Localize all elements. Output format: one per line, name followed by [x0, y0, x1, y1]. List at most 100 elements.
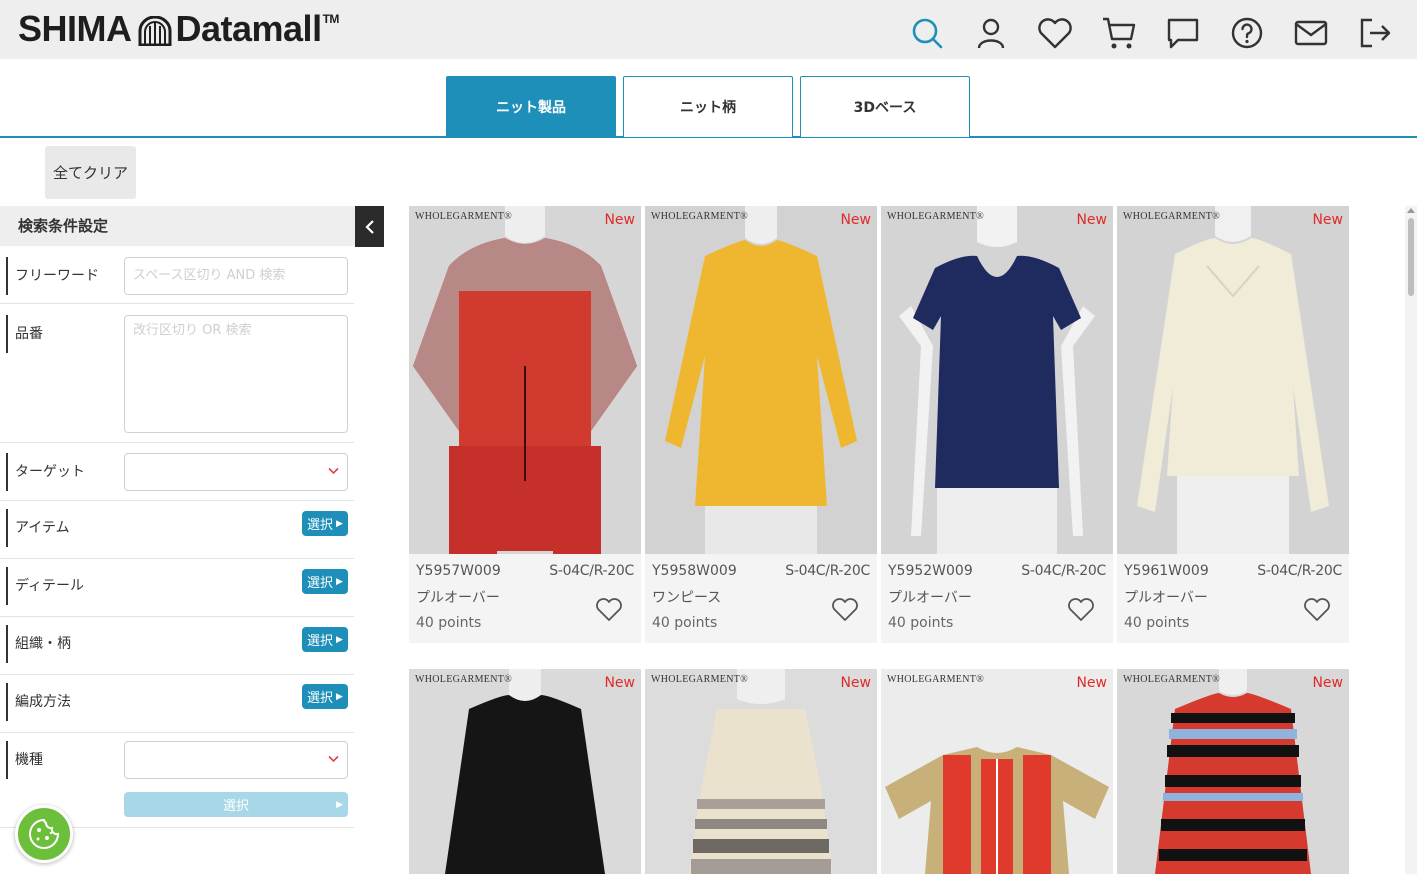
wholegarment-logo: WHOLEGARMENT®	[651, 674, 749, 685]
product-image[interactable]: WHOLEGARMENT® New	[645, 669, 877, 874]
heart-icon[interactable]	[595, 598, 623, 626]
product-spec: S-04C/R-20C	[1021, 563, 1106, 579]
heart-icon[interactable]	[1067, 598, 1095, 626]
structure-row: 組織・柄 選択 ▶	[0, 617, 354, 675]
logo-text-datamall: Datamall	[175, 8, 323, 49]
structure-select-button[interactable]: 選択 ▶	[302, 627, 348, 652]
structure-select-label: 選択	[307, 634, 334, 649]
knit-method-row: 編成方法 選択 ▶	[0, 675, 354, 733]
product-spec: S-04C/R-20C	[549, 563, 634, 579]
item-select-label: 選択	[307, 518, 334, 533]
product-image[interactable]: WHOLEGARMENT® New	[409, 206, 641, 554]
product-points: 40 points	[652, 615, 718, 631]
item-number-label: 品番	[6, 315, 43, 353]
chat-icon[interactable]	[1164, 14, 1202, 52]
new-badge: New	[1076, 212, 1107, 228]
product-points: 40 points	[1124, 615, 1190, 631]
machine-select-label: 選択	[222, 799, 249, 814]
product-code: Y5957W009	[416, 563, 501, 579]
new-badge: New	[604, 212, 635, 228]
heart-icon[interactable]	[831, 598, 859, 626]
help-icon[interactable]	[1228, 14, 1266, 52]
cookie-icon	[29, 818, 60, 849]
app-header: SHIMA Datamall TM	[0, 0, 1417, 59]
product-image[interactable]: WHOLEGARMENT® New	[881, 669, 1113, 874]
product-card[interactable]: WHOLEGARMENT® New Y5961W009 S-04C/R-20C …	[1117, 206, 1349, 643]
detail-select-button[interactable]: 選択 ▶	[302, 569, 348, 594]
freeword-input[interactable]: スペース区切り AND 検索	[124, 257, 348, 295]
wholegarment-logo: WHOLEGARMENT®	[1123, 211, 1221, 222]
new-badge: New	[1312, 212, 1343, 228]
product-image[interactable]: WHOLEGARMENT® New	[1117, 669, 1349, 874]
product-type: プルオーバー	[416, 590, 500, 606]
logout-icon[interactable]	[1356, 14, 1394, 52]
search-sidebar: 検索条件設定 フリーワード スペース区切り AND 検索 品番 改行区切り OR…	[0, 206, 384, 874]
item-number-row: 品番 改行区切り OR 検索	[0, 304, 354, 443]
product-type: プルオーバー	[888, 590, 972, 606]
knit-method-select-label: 選択	[307, 691, 334, 706]
product-card[interactable]: WHOLEGARMENT® New	[881, 669, 1113, 874]
search-icon[interactable]	[908, 14, 946, 52]
target-select[interactable]	[124, 453, 348, 491]
clear-all-button[interactable]: 全てクリア	[45, 146, 136, 199]
product-code: Y5952W009	[888, 563, 973, 579]
wholegarment-logo: WHOLEGARMENT®	[415, 211, 513, 222]
cart-icon[interactable]	[1100, 14, 1138, 52]
detail-select-label: 選択	[307, 576, 334, 591]
product-spec: S-04C/R-20C	[1257, 563, 1342, 579]
tab-knit-products[interactable]: ニット製品	[446, 76, 616, 137]
product-image[interactable]: WHOLEGARMENT® New	[645, 206, 877, 554]
product-card[interactable]: WHOLEGARMENT® New	[409, 669, 641, 874]
logo-arch-icon	[138, 13, 172, 55]
user-icon[interactable]	[972, 14, 1010, 52]
product-card[interactable]: WHOLEGARMENT® New Y5952W009 S-04C/R-20C …	[881, 206, 1113, 643]
wholegarment-logo: WHOLEGARMENT®	[887, 674, 985, 685]
item-select-button[interactable]: 選択 ▶	[302, 511, 348, 536]
product-card[interactable]: WHOLEGARMENT® New Y5957W009 S-04C/R-20C …	[409, 206, 641, 643]
knit-method-select-button[interactable]: 選択 ▶	[302, 684, 348, 709]
product-code: Y5958W009	[652, 563, 737, 579]
heart-icon[interactable]	[1036, 14, 1074, 52]
chevron-left-icon	[364, 219, 374, 234]
new-badge: New	[1312, 675, 1343, 691]
scrollbar-thumb[interactable]	[1408, 218, 1414, 296]
product-spec: S-04C/R-20C	[785, 563, 870, 579]
machine-select[interactable]	[124, 741, 348, 779]
cookie-settings-button[interactable]	[15, 805, 73, 863]
wholegarment-logo: WHOLEGARMENT®	[1123, 674, 1221, 685]
product-card[interactable]: WHOLEGARMENT® New Y5958W009 S-04C/R-20C …	[645, 206, 877, 643]
heart-icon[interactable]	[1303, 598, 1331, 626]
product-points: 40 points	[416, 615, 482, 631]
item-number-textarea[interactable]: 改行区切り OR 検索	[124, 315, 348, 433]
machine-select-button[interactable]: 選択 ▶	[124, 792, 348, 817]
product-card[interactable]: WHOLEGARMENT® New	[645, 669, 877, 874]
product-type: プルオーバー	[1124, 590, 1208, 606]
new-badge: New	[840, 212, 871, 228]
tab-knit-patterns[interactable]: ニット柄	[623, 76, 793, 137]
freeword-row: フリーワード スペース区切り AND 検索	[0, 250, 354, 304]
product-image[interactable]: WHOLEGARMENT® New	[881, 206, 1113, 554]
knit-method-label: 編成方法	[6, 683, 71, 721]
product-code: Y5961W009	[1124, 563, 1209, 579]
item-row: アイテム 選択 ▶	[0, 501, 354, 559]
logo-trademark: TM	[322, 12, 340, 26]
sidebar-title: 検索条件設定	[0, 206, 355, 246]
item-label: アイテム	[6, 509, 70, 547]
target-row: ターゲット	[0, 443, 354, 501]
product-image[interactable]: WHOLEGARMENT® New	[409, 669, 641, 874]
chevron-down-icon	[328, 467, 339, 475]
detail-label: ディテール	[6, 567, 84, 605]
page-scrollbar[interactable]	[1405, 206, 1417, 874]
tab-3d-base[interactable]: 3Dベース	[800, 76, 970, 137]
product-card[interactable]: WHOLEGARMENT® New	[1117, 669, 1349, 874]
new-badge: New	[1076, 675, 1107, 691]
freeword-label: フリーワード	[6, 257, 99, 295]
product-points: 40 points	[888, 615, 954, 631]
structure-label: 組織・柄	[6, 625, 71, 663]
shima-datamall-logo[interactable]: SHIMA Datamall TM	[18, 8, 339, 50]
product-image[interactable]: WHOLEGARMENT® New	[1117, 206, 1349, 554]
wholegarment-logo: WHOLEGARMENT®	[415, 674, 513, 685]
sidebar-collapse-button[interactable]	[355, 206, 384, 247]
mail-icon[interactable]	[1292, 14, 1330, 52]
scroll-up-arrow-icon[interactable]	[1407, 208, 1415, 213]
